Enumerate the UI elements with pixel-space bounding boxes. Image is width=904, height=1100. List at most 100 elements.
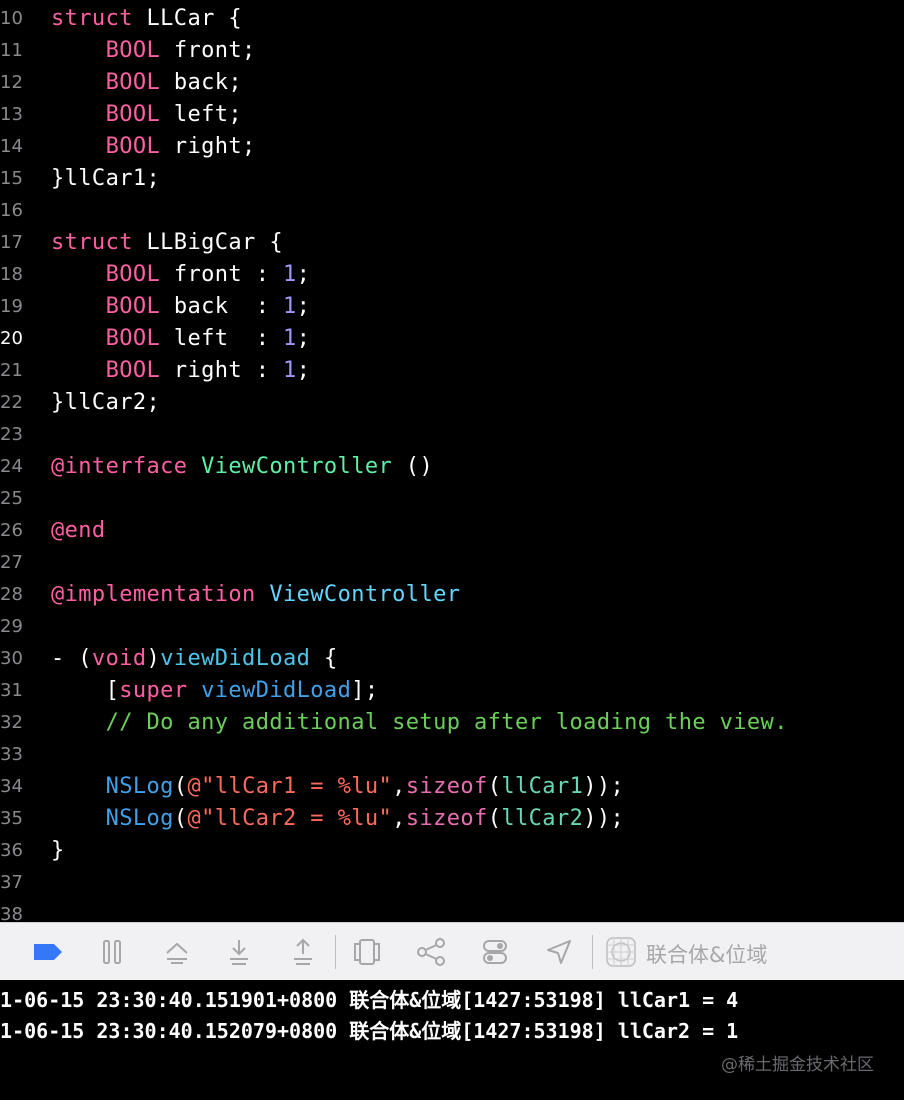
code-line[interactable]: 28 @implementation ViewController [0, 578, 904, 610]
code-line[interactable]: 29 [0, 610, 904, 642]
code-token: { [310, 645, 338, 671]
console-log-line: 21-06-15 23:30:40.152079+0800 联合体&位域[142… [0, 1019, 739, 1043]
code-line[interactable]: 11 BOOL front; [0, 34, 904, 66]
code-text[interactable]: struct LLCar { [51, 6, 242, 31]
code-token: left : [160, 325, 283, 351]
code-text[interactable]: }llCar2; [51, 390, 160, 415]
line-number: 37 [0, 871, 23, 893]
code-token: front; [160, 37, 256, 63]
code-line[interactable]: 16 [0, 194, 904, 226]
code-token: 1 [283, 357, 297, 383]
code-token: @end [51, 517, 106, 543]
code-editor[interactable]: 10 struct LLCar {11 BOOL front; 12 BOOL ba… [0, 0, 904, 922]
code-line[interactable]: 24 @interface ViewController () [0, 450, 904, 482]
code-text[interactable]: BOOL back; [51, 70, 242, 95]
step-over-icon[interactable] [160, 935, 194, 969]
code-line[interactable]: 33 [0, 738, 904, 770]
code-line[interactable]: 23 [0, 418, 904, 450]
code-line[interactable]: 13 BOOL left; [0, 98, 904, 130]
code-token: BOOL [105, 101, 161, 127]
console-output: 21-06-15 23:30:40.151901+0800 联合体&位域[142… [0, 980, 904, 1100]
code-token: NSLog [105, 805, 174, 831]
memory-graph-icon[interactable] [414, 935, 448, 969]
app-target-icon[interactable] [604, 935, 638, 969]
code-text[interactable]: BOOL left; [51, 102, 242, 127]
code-token: back : [160, 293, 283, 319]
code-line[interactable]: 10 struct LLCar { [0, 2, 904, 34]
code-line[interactable]: 32 // Do any additional setup after load… [0, 706, 904, 738]
code-line[interactable]: 38 [0, 898, 904, 923]
code-token: } [51, 837, 65, 863]
breakpoints-toggle-icon[interactable] [31, 935, 65, 969]
code-line[interactable]: 27 [0, 546, 904, 578]
code-token: 1 [283, 293, 297, 319]
line-number: 24 [0, 455, 23, 477]
code-text[interactable]: NSLog(@"llCar2 = %lu",sizeof(llCar2)); [51, 806, 624, 831]
code-token: LLCar { [132, 5, 243, 31]
code-token: BOOL [105, 69, 161, 95]
code-text[interactable]: BOOL right; [51, 134, 256, 159]
code-token: @implementation [51, 581, 256, 607]
code-text[interactable]: BOOL left : 1; [51, 326, 310, 351]
line-number: 33 [0, 743, 23, 765]
code-line[interactable]: 22}llCar2; [0, 386, 904, 418]
code-line[interactable]: 15}llCar1; [0, 162, 904, 194]
line-number: 32 [0, 711, 23, 733]
code-text[interactable]: BOOL front : 1; [51, 262, 310, 287]
environment-overrides-icon[interactable] [478, 935, 512, 969]
code-token: super [119, 677, 188, 703]
code-line[interactable]: 17 struct LLBigCar { [0, 226, 904, 258]
code-text[interactable]: }llCar1; [51, 166, 160, 191]
code-line[interactable]: 21 BOOL right : 1; [0, 354, 904, 386]
code-text[interactable]: // Do any additional setup after loading… [51, 710, 788, 735]
code-token: viewDidLoad [201, 677, 352, 703]
line-number: 28 [0, 583, 23, 605]
code-text[interactable]: BOOL right : 1; [51, 358, 310, 383]
code-line[interactable]: 18 BOOL front : 1; [0, 258, 904, 290]
code-line[interactable]: 19 BOOL back : 1; [0, 290, 904, 322]
code-text[interactable]: BOOL back : 1; [51, 294, 310, 319]
line-number: 18 [0, 263, 23, 285]
code-line[interactable]: 37 [0, 866, 904, 898]
code-token: right : [160, 357, 283, 383]
code-token: // Do any additional setup after loading… [105, 709, 788, 735]
code-line[interactable]: 34 NSLog(@"llCar1 = %lu",sizeof(llCar1))… [0, 770, 904, 802]
target-name-label[interactable]: 联合体&位域 [646, 939, 767, 969]
code-token: struct [51, 5, 133, 31]
code-text[interactable]: @end [51, 518, 106, 543]
code-text[interactable]: @implementation ViewController [51, 582, 460, 607]
code-token: BOOL [105, 293, 161, 319]
code-text[interactable]: - (void)viewDidLoad { [51, 646, 338, 671]
code-line[interactable]: 25 [0, 482, 904, 514]
code-token: sizeof [405, 805, 488, 831]
code-line[interactable]: 31 [super viewDidLoad]; [0, 674, 904, 706]
code-text[interactable]: @interface ViewController () [51, 454, 433, 479]
code-text[interactable]: BOOL front; [51, 38, 256, 63]
code-line[interactable]: 30 - (void)viewDidLoad { [0, 642, 904, 674]
line-number: 29 [0, 615, 23, 637]
code-line[interactable]: 12 BOOL back; [0, 66, 904, 98]
line-number: 25 [0, 487, 23, 509]
code-line[interactable]: 35 NSLog(@"llCar2 = %lu",sizeof(llCar2))… [0, 802, 904, 834]
code-token: [ [51, 677, 120, 703]
code-token: ; [296, 293, 311, 319]
watermark-text: @稀土掘金技术社区 [721, 1055, 874, 1075]
code-token: left; [160, 101, 243, 127]
step-out-icon[interactable] [286, 935, 320, 969]
code-text[interactable]: } [51, 838, 65, 863]
step-into-icon[interactable] [222, 935, 256, 969]
code-text[interactable]: struct LLBigCar { [51, 230, 283, 255]
code-line[interactable]: 20 BOOL left : 1; [0, 322, 904, 354]
simulate-location-icon[interactable] [542, 935, 576, 969]
line-number: 26 [0, 519, 23, 541]
code-line[interactable]: 26 @end [0, 514, 904, 546]
console-log-line: 21-06-15 23:30:40.151901+0800 联合体&位域[142… [0, 988, 739, 1012]
code-text[interactable]: [super viewDidLoad]; [51, 678, 379, 703]
code-text[interactable]: NSLog(@"llCar1 = %lu",sizeof(llCar1)); [51, 774, 624, 799]
view-hierarchy-icon[interactable] [350, 935, 384, 969]
code-line[interactable]: 14 BOOL right; [0, 130, 904, 162]
pause-icon[interactable] [95, 935, 129, 969]
code-line[interactable]: 36} [0, 834, 904, 866]
